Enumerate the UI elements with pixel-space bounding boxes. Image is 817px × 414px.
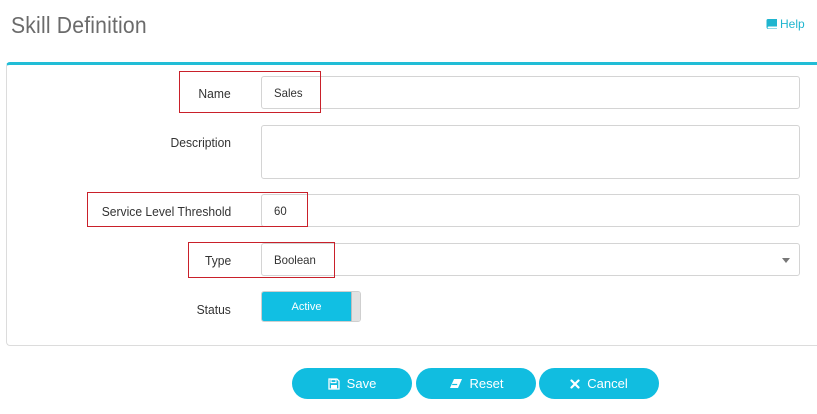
eraser-icon xyxy=(449,378,463,389)
description-textarea[interactable] xyxy=(261,125,800,179)
status-label: Status xyxy=(196,302,231,317)
threshold-input[interactable]: 60 xyxy=(261,194,800,227)
status-toggle[interactable]: Active xyxy=(261,291,361,322)
status-toggle-handle xyxy=(351,292,360,321)
name-label: Name xyxy=(198,86,231,101)
name-input[interactable]: Sales xyxy=(261,76,800,109)
book-icon xyxy=(766,19,777,29)
cancel-label: Cancel xyxy=(587,376,628,391)
name-value: Sales xyxy=(274,85,303,100)
help-label: Help xyxy=(780,17,805,31)
caret-down-icon xyxy=(782,258,790,263)
page-title: Skill Definition xyxy=(11,12,147,38)
save-label: Save xyxy=(346,376,377,391)
status-toggle-label: Active xyxy=(262,292,351,321)
help-link[interactable]: Help xyxy=(766,17,805,31)
type-select[interactable]: Boolean xyxy=(261,243,800,276)
floppy-disk-icon xyxy=(328,377,340,390)
threshold-label: Service Level Threshold xyxy=(101,204,231,219)
save-button[interactable]: Save xyxy=(292,368,412,399)
description-label: Description xyxy=(170,135,231,150)
reset-button[interactable]: Reset xyxy=(416,368,536,399)
close-icon xyxy=(570,378,580,389)
type-label: Type xyxy=(204,253,231,268)
reset-label: Reset xyxy=(469,376,504,391)
threshold-value: 60 xyxy=(274,203,287,218)
cancel-button[interactable]: Cancel xyxy=(539,368,659,399)
type-value: Boolean xyxy=(274,252,316,267)
